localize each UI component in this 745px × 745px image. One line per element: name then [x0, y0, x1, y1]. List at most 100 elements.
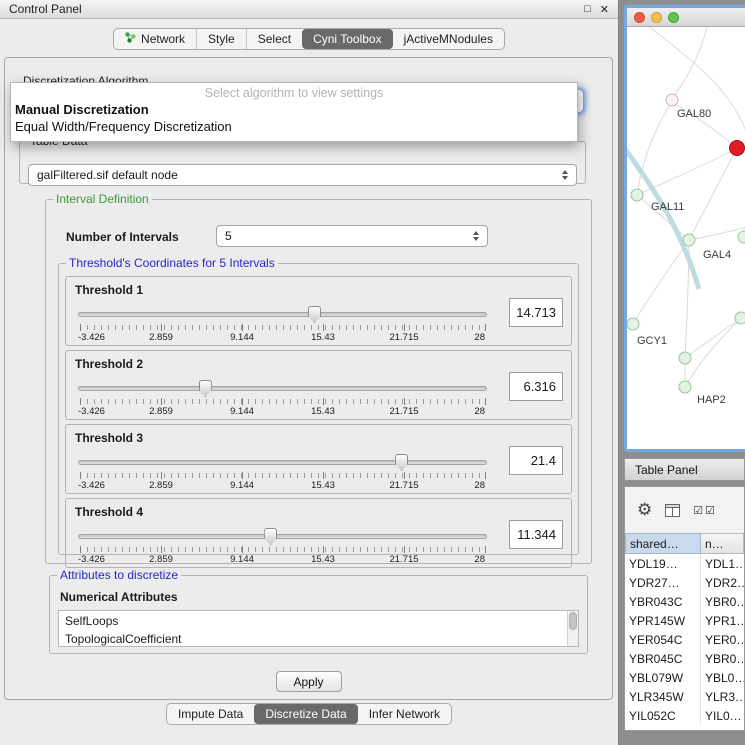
column-header-shared-name[interactable]: shared…: [625, 533, 701, 554]
network-node[interactable]: [683, 234, 695, 246]
thresholds-legend: Threshold's Coordinates for 5 Intervals: [66, 256, 278, 270]
threshold-panel-3: Threshold 3-3.4262.8599.14415.4321.71528…: [65, 424, 572, 494]
network-node[interactable]: [735, 312, 745, 324]
tab-network[interactable]: Network: [114, 29, 196, 49]
table-data-select[interactable]: galFiltered.sif default node: [28, 164, 577, 186]
slider-thumb[interactable]: [395, 454, 408, 471]
table-row[interactable]: YDL19…YDL1…: [625, 554, 744, 573]
close-traffic-light-icon[interactable]: [634, 12, 645, 23]
tick-label: -3.426: [78, 480, 105, 491]
network-node[interactable]: [679, 381, 691, 393]
slider-track[interactable]: [78, 312, 487, 317]
slider-track[interactable]: [78, 534, 487, 539]
threshold-label: Threshold 1: [75, 283, 143, 297]
network-node-label: GAL80: [677, 108, 711, 120]
tab-impute-data[interactable]: Impute Data: [167, 704, 254, 724]
tab-label: Style: [208, 32, 235, 46]
network-node[interactable]: [631, 189, 643, 201]
network-node-label: GAL4: [703, 249, 731, 261]
table-row[interactable]: YLR345WYLR3…: [625, 687, 744, 706]
threshold-value-field[interactable]: 14.713: [509, 298, 563, 327]
gear-icon[interactable]: ⚙: [637, 500, 652, 520]
tick-label: 15.43: [311, 554, 335, 565]
tick-label: 15.43: [311, 406, 335, 417]
network-node[interactable]: [627, 318, 639, 330]
tick-label: 9.144: [230, 406, 254, 417]
table-row[interactable]: YIL052CYIL0…: [625, 706, 744, 725]
dropdown-placeholder: Select algorithm to view settings: [11, 86, 577, 101]
algorithm-dropdown: Select algorithm to view settings Manual…: [10, 82, 578, 142]
scrollbar-thumb[interactable]: [569, 612, 577, 630]
threshold-slider[interactable]: -3.4262.8599.14415.4321.71528: [78, 453, 487, 491]
table-panel-title: Table Panel: [635, 463, 698, 477]
tab-infer-network[interactable]: Infer Network: [358, 704, 451, 724]
desktop: Control Panel □ ✕ Network Style Select Cyni…: [0, 0, 745, 745]
dropdown-option-manual-discretization[interactable]: Manual Discretization: [11, 101, 577, 118]
network-node[interactable]: [679, 352, 691, 364]
column-header-name[interactable]: n…: [701, 533, 744, 554]
slider-tick-labels: -3.4262.8599.14415.4321.71528: [80, 406, 485, 418]
table-row[interactable]: YBL079WYBL0…: [625, 668, 744, 687]
interval-definition-group: Interval Definition Number of Intervals …: [45, 192, 592, 564]
tick-label: 21.715: [389, 480, 418, 491]
minimize-traffic-light-icon[interactable]: [651, 12, 662, 23]
table-cell: YBL079W: [625, 668, 701, 687]
tick-label: -3.426: [78, 406, 105, 417]
network-window-titlebar[interactable]: [627, 8, 745, 27]
table-row[interactable]: YDR27…YDR2…: [625, 573, 744, 592]
bottom-tab-bar: Impute DataDiscretize DataInfer Network: [0, 703, 618, 725]
tab-label: Cyni Toolbox: [313, 32, 381, 46]
tick-label: -3.426: [78, 332, 105, 343]
attribute-list-item[interactable]: TopologicalCoefficient: [59, 630, 578, 647]
threshold-value-field[interactable]: 6.316: [509, 372, 563, 401]
tab-jactivemnodules[interactable]: jActiveMNodules: [393, 29, 504, 49]
threshold-label: Threshold 4: [75, 505, 143, 519]
zoom-traffic-light-icon[interactable]: [668, 12, 679, 23]
slider-track[interactable]: [78, 460, 487, 465]
float-window-icon[interactable]: □: [584, 3, 591, 16]
threshold-value-field[interactable]: 21.4: [509, 446, 563, 475]
threshold-panel-2: Threshold 2-3.4262.8599.14415.4321.71528…: [65, 350, 572, 420]
tick-label: 28: [474, 406, 485, 417]
dropdown-option-equal-width-frequency[interactable]: Equal Width/Frequency Discretization: [11, 118, 577, 135]
slider-thumb[interactable]: [264, 528, 277, 545]
threshold-slider[interactable]: -3.4262.8599.14415.4321.71528: [78, 379, 487, 417]
table-row[interactable]: YBR043CYBR0…: [625, 592, 744, 611]
tab-discretize-data[interactable]: Discretize Data: [254, 704, 357, 724]
attribute-list-item[interactable]: SelfLoops: [59, 612, 578, 630]
columns-icon[interactable]: [665, 504, 680, 517]
tab-cyni-toolbox[interactable]: Cyni Toolbox: [302, 29, 392, 49]
table-cell: YLR3…: [701, 690, 744, 704]
network-node[interactable]: [666, 94, 678, 106]
number-of-intervals-select[interactable]: 5: [216, 225, 488, 247]
slider-thumb[interactable]: [199, 380, 212, 397]
panel-title: Control Panel: [9, 2, 82, 16]
table-row[interactable]: YPR145WYPR1…: [625, 611, 744, 630]
slider-track[interactable]: [78, 386, 487, 391]
window-buttons: □ ✕: [584, 3, 609, 16]
thresholds-list: Threshold 1 -3.4262.8599.14415.4321.71528…: [65, 276, 572, 572]
attributes-scrollbar[interactable]: [567, 611, 578, 646]
slider-ticks: [80, 399, 485, 404]
network-canvas[interactable]: GAL80GAL11GAL4GCY1HAP2: [627, 27, 745, 449]
tab-select[interactable]: Select: [246, 29, 302, 49]
network-node[interactable]: [738, 231, 745, 243]
table-data-value: galFiltered.sif default node: [29, 168, 557, 182]
number-of-intervals-value: 5: [217, 229, 468, 243]
slider-thumb[interactable]: [308, 306, 321, 323]
combo-arrows-icon: [557, 170, 572, 180]
apply-button[interactable]: Apply: [276, 671, 342, 692]
tab-style[interactable]: Style: [196, 29, 246, 49]
threshold-value-field[interactable]: 11.344: [509, 520, 563, 549]
network-node[interactable]: [730, 141, 745, 156]
tick-label: 21.715: [389, 332, 418, 343]
table-row[interactable]: YBR045CYBR0…: [625, 649, 744, 668]
threshold-slider[interactable]: -3.4262.8599.14415.4321.71528: [78, 527, 487, 565]
checkbox-icons[interactable]: ☑☑: [693, 504, 717, 517]
table-panel-header[interactable]: Table Panel: [624, 458, 745, 481]
table-row[interactable]: YER054CYER0…: [625, 630, 744, 649]
threshold-slider[interactable]: -3.4262.8599.14415.4321.71528: [78, 305, 487, 343]
table-cell: YDR27…: [625, 573, 701, 592]
slider-tick-labels: -3.4262.8599.14415.4321.71528: [80, 332, 485, 344]
close-panel-icon[interactable]: ✕: [600, 3, 609, 16]
